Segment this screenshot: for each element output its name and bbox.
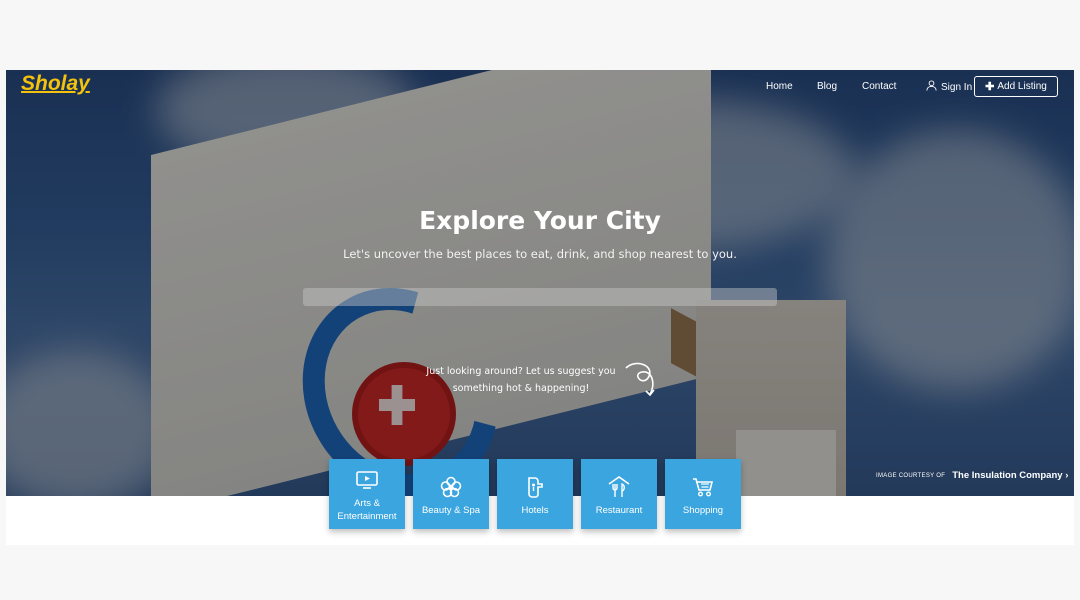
door-handle-icon (526, 474, 544, 500)
add-listing-button[interactable]: ✚ Add Listing (974, 76, 1058, 97)
curly-arrow-icon (622, 360, 660, 404)
image-credit: IMAGE COURTESY OF The Insulation Company… (876, 470, 1068, 481)
nav-contact-link[interactable]: Contact (862, 81, 896, 92)
chevron-right-icon: › (1065, 470, 1069, 481)
user-icon (926, 80, 937, 94)
category-shopping[interactable]: Shopping (665, 459, 741, 529)
category-label: Beauty & Spa (421, 504, 481, 516)
image-credit-company[interactable]: The Insulation Company › (952, 470, 1068, 481)
add-listing-label: Add Listing (997, 81, 1047, 92)
sign-in-label: Sign In (941, 81, 973, 93)
plus-icon: ✚ (985, 81, 995, 93)
category-tiles: Arts & Entertainment Beauty & Spa Hotels… (329, 459, 741, 529)
category-label: Restaurant (595, 504, 643, 516)
category-arts-entertainment[interactable]: Arts & Entertainment (329, 459, 405, 529)
sign-in-link[interactable]: Sign In (926, 80, 972, 94)
cart-icon (692, 474, 714, 500)
category-hotels[interactable]: Hotels (497, 459, 573, 529)
hero-section: Sholay Home Blog Contact Sign In ✚ Add L… (6, 70, 1074, 496)
brand-logo[interactable]: Sholay (21, 72, 90, 96)
hero-subtitle: Let's uncover the best places to eat, dr… (343, 247, 737, 261)
hero-overlay (6, 70, 1074, 496)
navbar: Sholay Home Blog Contact Sign In ✚ Add L… (6, 70, 1074, 106)
restaurant-icon (607, 474, 631, 500)
suggest-text: Just looking around? Let us suggest you … (426, 363, 616, 397)
nav-home-link[interactable]: Home (766, 81, 793, 92)
category-beauty-spa[interactable]: Beauty & Spa (413, 459, 489, 529)
page-frame: Sholay Home Blog Contact Sign In ✚ Add L… (6, 70, 1074, 545)
nav-blog-link[interactable]: Blog (817, 81, 837, 92)
suggest-line-2: something hot & happening! (452, 383, 590, 394)
hero-title: Explore Your City (419, 206, 661, 235)
category-restaurant[interactable]: Restaurant (581, 459, 657, 529)
category-label: Hotels (521, 504, 549, 516)
image-credit-company-name: The Insulation Company (952, 470, 1063, 481)
search-input[interactable] (303, 288, 777, 306)
category-label: Arts & Entertainment (337, 498, 397, 522)
tv-icon (356, 467, 378, 493)
flower-icon (440, 474, 462, 500)
suggest-line-1: Just looking around? Let us suggest you (426, 366, 616, 377)
image-credit-prefix: IMAGE COURTESY OF (876, 472, 946, 479)
category-label: Shopping (682, 504, 724, 516)
